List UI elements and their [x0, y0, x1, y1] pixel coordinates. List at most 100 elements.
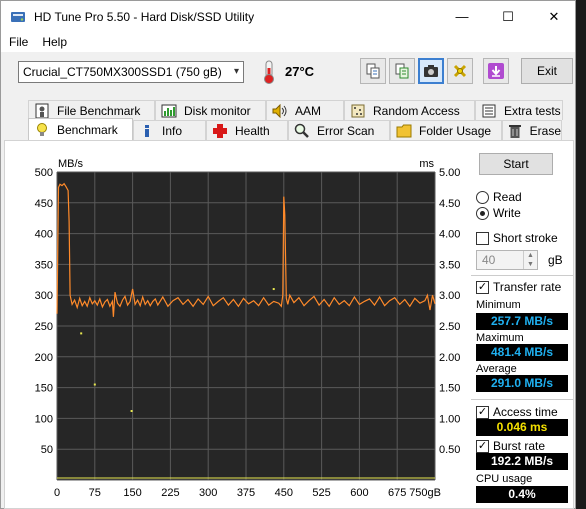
transfer-rate-label: Transfer rate [493, 280, 562, 294]
access-time-point [272, 288, 275, 291]
y-axis-left-label: MB/s [58, 158, 84, 170]
tab-folder-usage[interactable]: Folder Usage [390, 120, 502, 140]
access-time-box[interactable]: ✓ [476, 405, 489, 419]
y-tick-right: 3.50 [439, 259, 460, 271]
y-tick-right: 4.00 [439, 229, 460, 241]
temperature-readout: 27°C [285, 64, 315, 79]
short-stroke-checkbox[interactable]: Short stroke [476, 231, 558, 245]
average-label: Average [476, 363, 517, 375]
burst-rate-label: Burst rate [493, 439, 546, 453]
trash-icon [507, 123, 524, 139]
x-tick-label: 450 [275, 487, 293, 499]
cpu-usage-value: 0.4% [476, 486, 568, 503]
maximize-button[interactable]: ☐ [485, 1, 531, 32]
start-button[interactable]: Start [479, 153, 553, 175]
cpu-usage-label: CPU usage [476, 473, 533, 485]
burst-rate-box[interactable]: ✓ [476, 439, 489, 453]
tab-label: Info [162, 123, 183, 138]
tab-error-scan[interactable]: Error Scan [288, 120, 390, 140]
transfer-rate-checkbox[interactable]: ✓ Transfer rate [476, 280, 561, 294]
divider [471, 275, 573, 276]
short-stroke-value: 40 [482, 253, 496, 267]
x-tick-label: 0 [54, 487, 60, 499]
exit-button[interactable]: Exit [521, 58, 573, 84]
transfer-rate-box[interactable]: ✓ [476, 280, 489, 294]
menu-bar: File Help [1, 32, 575, 52]
x-tick-label: 675 [388, 487, 406, 499]
y-tick-right: 2.50 [439, 321, 460, 333]
y-tick-left: 300 [35, 290, 53, 302]
access-time-point [93, 383, 96, 386]
divider [471, 399, 573, 400]
access-time-point [130, 410, 133, 413]
maximum-value: 481.4 MB/s [476, 344, 568, 361]
tab-info[interactable]: Info [133, 120, 206, 140]
access-time-value: 0.046 ms [476, 419, 568, 436]
app-logo-icon [11, 11, 25, 22]
y-tick-left: 50 [41, 444, 53, 456]
write-radio-circle[interactable] [476, 206, 489, 220]
tab-disk-monitor[interactable]: Disk monitor [155, 100, 266, 120]
file-benchmark-icon [33, 103, 51, 119]
tab-aam[interactable]: AAM [266, 100, 344, 120]
x-tick-label: 300 [199, 487, 217, 499]
extra-tests-icon [480, 103, 498, 119]
read-label: Read [493, 190, 522, 204]
y-tick-left: 500 [35, 167, 53, 179]
error-scan-icon [293, 123, 311, 139]
save-button[interactable] [483, 58, 509, 84]
tab-health[interactable]: Health [206, 120, 288, 140]
close-button[interactable]: ✕ [531, 1, 577, 32]
read-radio-circle[interactable] [476, 190, 489, 204]
options-icon [453, 64, 467, 78]
tab-label: Erase [529, 123, 561, 138]
short-stroke-stepper[interactable]: 40 ▲ ▼ [476, 250, 538, 270]
tab-file-benchmark[interactable]: File Benchmark [28, 100, 155, 120]
options-button[interactable] [447, 58, 473, 84]
access-time-checkbox[interactable]: ✓ Access time [476, 405, 558, 419]
tab-label: Extra tests [504, 103, 561, 118]
y-tick-right: 1.50 [439, 383, 460, 395]
y-tick-left: 100 [35, 413, 53, 425]
copy-info-button[interactable] [360, 58, 386, 84]
chevron-down-icon: ▾ [233, 66, 239, 77]
copy-text-icon [395, 63, 409, 79]
y-tick-left: 350 [35, 259, 53, 271]
read-radio[interactable]: Read [476, 190, 522, 204]
tab-random-access[interactable]: Random Access [344, 100, 475, 120]
random-access-icon [349, 103, 367, 119]
transfer-rate-chart: MB/s ms 50 100 150 200 250 300 350 400 450 500 0.… [35, 158, 461, 499]
camera-screenshot-icon [424, 65, 438, 77]
y-tick-right: 4.50 [439, 198, 460, 210]
short-stroke-box[interactable] [476, 231, 489, 245]
menu-file[interactable]: File [1, 35, 34, 49]
access-time-label: Access time [493, 405, 558, 419]
drive-select-value: Crucial_CT750MX300SSD1 (750 gB) [23, 65, 222, 79]
tab-benchmark[interactable]: Benchmark [28, 118, 133, 140]
stepper-arrows-icon[interactable]: ▲ ▼ [523, 251, 537, 269]
tab-label: File Benchmark [57, 103, 141, 118]
screenshot-button[interactable] [418, 58, 444, 84]
write-radio[interactable]: Write [476, 206, 521, 220]
menu-help[interactable]: Help [34, 35, 73, 49]
x-tick-label: 75 [89, 487, 101, 499]
short-stroke-unit: gB [548, 253, 563, 267]
maximum-label: Maximum [476, 332, 524, 344]
title-bar: HD Tune Pro 5.50 - Hard Disk/SSD Utility… [1, 1, 575, 32]
speaker-icon [271, 103, 289, 119]
drive-select[interactable]: Crucial_CT750MX300SSD1 (750 gB) ▾ [18, 61, 244, 83]
burst-rate-checkbox[interactable]: ✓ Burst rate [476, 439, 545, 453]
minimize-button[interactable]: — [439, 1, 485, 32]
write-label: Write [493, 206, 521, 220]
tab-label: Error Scan [317, 123, 375, 138]
tab-label: Benchmark [57, 122, 118, 137]
copy-text-button[interactable] [389, 58, 415, 84]
y-tick-left: 450 [35, 198, 53, 210]
info-icon [138, 123, 156, 139]
disk-monitor-icon [160, 103, 178, 119]
tab-erase[interactable]: Erase [502, 120, 562, 140]
y-tick-right: 0.50 [439, 444, 460, 456]
minimum-label: Minimum [476, 299, 521, 311]
tab-extra-tests[interactable]: Extra tests [475, 100, 563, 120]
access-time-point [80, 332, 83, 335]
